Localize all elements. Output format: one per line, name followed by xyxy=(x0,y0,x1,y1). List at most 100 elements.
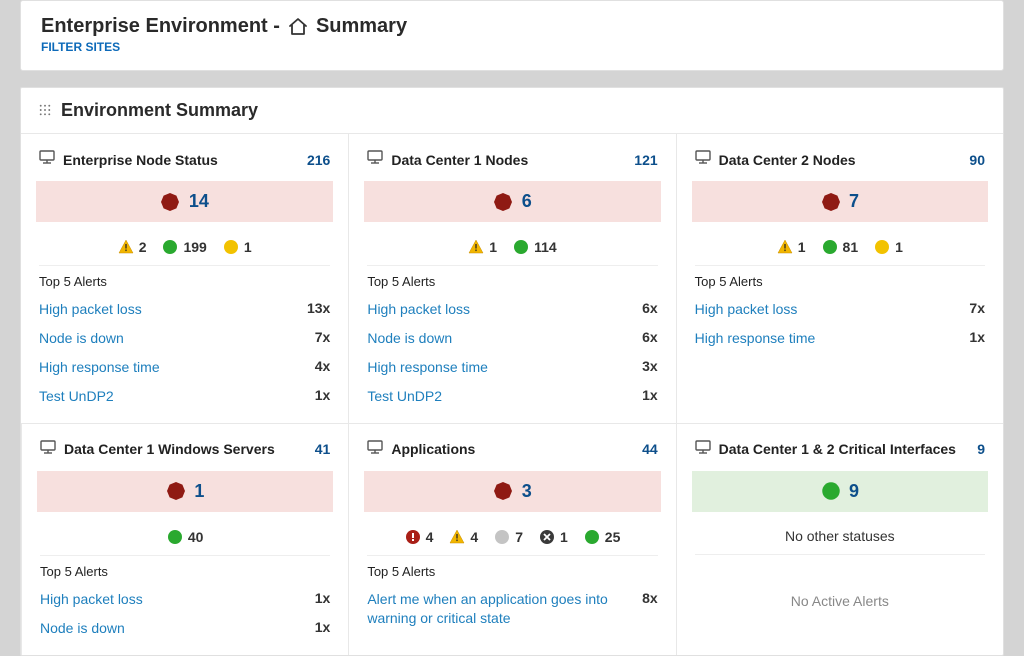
panel-header[interactable]: Environment Summary xyxy=(21,88,1003,133)
status-sub-count: 1 xyxy=(798,239,806,255)
no-other-statuses: No other statuses xyxy=(695,520,985,555)
status-sub-count: 1 xyxy=(244,239,252,255)
warning-icon xyxy=(449,528,465,545)
status-sub-item[interactable]: 81 xyxy=(822,238,859,255)
status-sub-item[interactable]: 2 xyxy=(118,238,147,255)
status-sub-count: 1 xyxy=(560,529,568,545)
card-header: Data Center 1 Windows Servers 41 xyxy=(40,440,330,459)
top-alerts-label: Top 5 Alerts xyxy=(367,274,657,289)
ok-icon xyxy=(162,238,178,255)
status-card: Data Center 1 & 2 Critical Interfaces 9 … xyxy=(676,423,1003,655)
card-header: Enterprise Node Status 216 xyxy=(39,150,330,169)
monitor-icon xyxy=(40,440,56,459)
status-sub-item[interactable]: 4 xyxy=(405,528,434,545)
top-alerts-label: Top 5 Alerts xyxy=(39,274,330,289)
cards-grid: Enterprise Node Status 216 14 2 199 1 To… xyxy=(21,133,1003,655)
ok-icon xyxy=(822,238,838,255)
alert-count: 1x xyxy=(642,387,658,403)
status-sub-count: 2 xyxy=(139,239,147,255)
primary-status-count: 14 xyxy=(189,191,209,211)
status-sub-count: 4 xyxy=(470,529,478,545)
primary-status-bar[interactable]: 6 xyxy=(364,181,660,222)
alert-link[interactable]: High packet loss xyxy=(695,300,958,319)
critical-small-icon xyxy=(405,528,421,545)
alert-link[interactable]: Node is down xyxy=(40,619,303,638)
primary-status-bar[interactable]: 3 xyxy=(364,471,660,512)
top-alerts-label: Top 5 Alerts xyxy=(367,564,657,579)
status-sub-item[interactable]: 199 xyxy=(162,238,206,255)
card-total[interactable]: 90 xyxy=(969,152,985,168)
status-sub-item[interactable]: 1 xyxy=(777,238,806,255)
card-title: Data Center 1 & 2 Critical Interfaces xyxy=(719,441,970,457)
alert-link[interactable]: Node is down xyxy=(39,329,303,348)
alert-count: 13x xyxy=(307,300,330,316)
no-active-alerts: No Active Alerts xyxy=(695,563,985,639)
alert-count: 4x xyxy=(315,358,331,374)
alert-row: High response time 1x xyxy=(695,324,985,353)
alert-link[interactable]: High response time xyxy=(367,358,630,377)
primary-status-bar[interactable]: 9 xyxy=(692,471,988,512)
status-sub-item[interactable]: 25 xyxy=(584,528,621,545)
primary-status-icon xyxy=(493,193,513,210)
card-total[interactable]: 9 xyxy=(977,441,985,457)
primary-status-bar[interactable]: 14 xyxy=(36,181,333,222)
alert-count: 6x xyxy=(642,329,658,345)
card-header: Data Center 1 & 2 Critical Interfaces 9 xyxy=(695,440,985,459)
status-sub-item[interactable]: 4 xyxy=(449,528,478,545)
status-sub-item[interactable]: 40 xyxy=(167,528,204,545)
status-sub-item[interactable]: 1 xyxy=(223,238,252,255)
status-sub-row: 40 xyxy=(40,520,330,556)
alert-link[interactable]: High packet loss xyxy=(367,300,630,319)
status-card: Data Center 1 Windows Servers 41 1 40 To… xyxy=(21,423,348,655)
ok-icon xyxy=(513,238,529,255)
alert-link[interactable]: Node is down xyxy=(367,329,630,348)
status-sub-item[interactable]: 114 xyxy=(513,238,557,255)
status-sub-item[interactable]: 7 xyxy=(494,528,523,545)
monitor-icon xyxy=(39,150,55,169)
ok-icon xyxy=(584,528,600,545)
primary-status-bar[interactable]: 7 xyxy=(692,181,988,222)
status-sub-count: 40 xyxy=(188,529,204,545)
warning-icon xyxy=(118,238,134,255)
card-total[interactable]: 41 xyxy=(315,441,331,457)
status-card: Data Center 1 Nodes 121 6 1 114 Top 5 Al… xyxy=(348,133,675,423)
card-total[interactable]: 121 xyxy=(634,152,657,168)
status-sub-count: 4 xyxy=(426,529,434,545)
page-title: Enterprise Environment - Summary xyxy=(41,15,983,38)
status-sub-item[interactable]: 1 xyxy=(468,238,497,255)
filter-sites-link[interactable]: FILTER SITES xyxy=(41,40,120,54)
alert-link[interactable]: Test UnDP2 xyxy=(367,387,630,406)
alert-row: High response time 4x xyxy=(39,353,330,382)
card-header: Data Center 2 Nodes 90 xyxy=(695,150,985,169)
status-sub-count: 114 xyxy=(534,239,557,255)
alert-count: 6x xyxy=(642,300,658,316)
warning-icon xyxy=(468,238,484,255)
card-total[interactable]: 216 xyxy=(307,152,330,168)
alert-row: High packet loss 13x xyxy=(39,295,330,324)
alert-count: 1x xyxy=(315,387,331,403)
alert-link[interactable]: High packet loss xyxy=(39,300,295,319)
unmanaged-icon xyxy=(539,528,555,545)
card-total[interactable]: 44 xyxy=(642,441,658,457)
status-card: Data Center 2 Nodes 90 7 1 81 1 Top 5 Al… xyxy=(676,133,1003,423)
status-card: Enterprise Node Status 216 14 2 199 1 To… xyxy=(21,133,348,423)
status-sub-item[interactable]: 1 xyxy=(874,238,903,255)
drag-handle-icon[interactable] xyxy=(39,103,51,119)
ok-icon xyxy=(167,528,183,545)
home-icon xyxy=(288,15,308,38)
status-sub-item[interactable]: 1 xyxy=(539,528,568,545)
alert-link[interactable]: Test UnDP2 xyxy=(39,387,303,406)
card-title: Enterprise Node Status xyxy=(63,152,299,168)
status-sub-count: 1 xyxy=(895,239,903,255)
card-title: Data Center 1 Windows Servers xyxy=(64,441,307,457)
status-sub-row: 1 114 xyxy=(367,230,657,266)
alert-count: 7x xyxy=(969,300,985,316)
alert-link[interactable]: Alert me when an application goes into w… xyxy=(367,590,630,628)
top-alerts-label: Top 5 Alerts xyxy=(40,564,330,579)
alert-link[interactable]: High packet loss xyxy=(40,590,303,609)
card-title: Data Center 2 Nodes xyxy=(719,152,962,168)
alert-link[interactable]: High response time xyxy=(695,329,958,348)
primary-status-bar[interactable]: 1 xyxy=(37,471,333,512)
alert-link[interactable]: High response time xyxy=(39,358,303,377)
status-sub-row: 4 4 7 1 25 xyxy=(367,520,657,556)
